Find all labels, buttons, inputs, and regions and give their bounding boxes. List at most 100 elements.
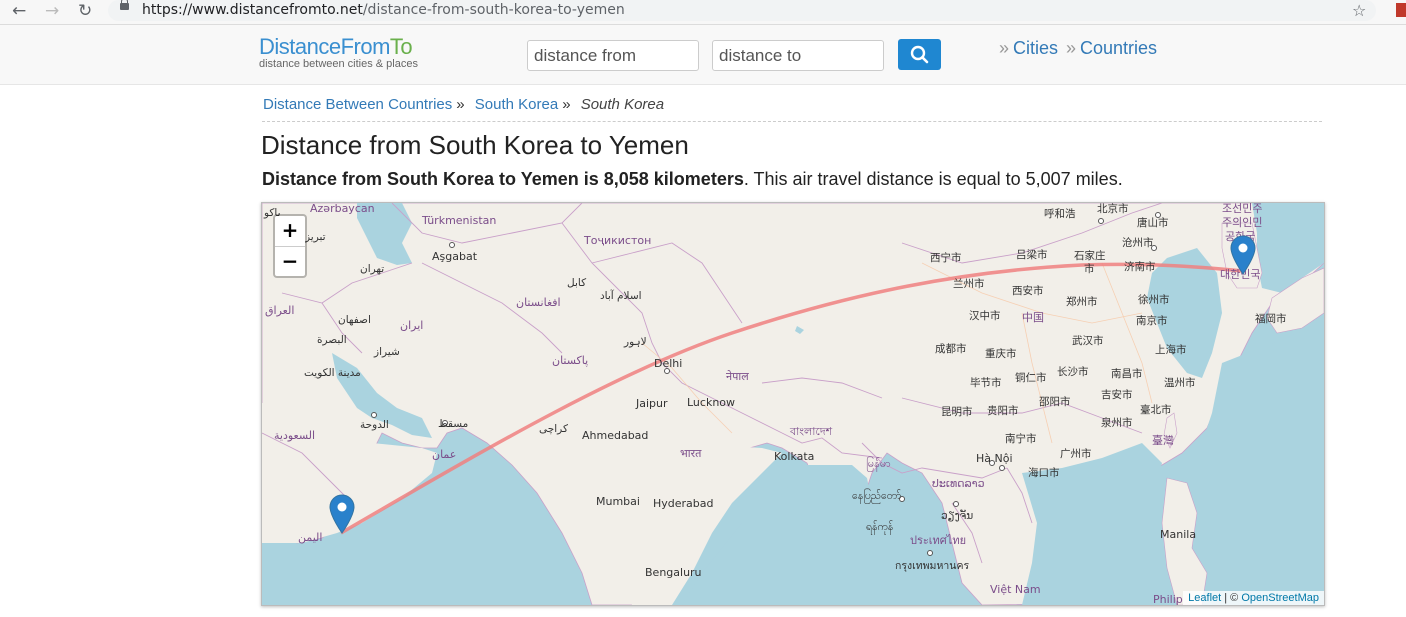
map-label: 成都市 [935,343,967,355]
address-bar[interactable]: https://www.distancefromto.net/distance-… [108,0,1376,21]
distance-from-input[interactable] [527,40,699,71]
nav-link-countries-label: Countries [1080,38,1158,58]
map-marker-yemen[interactable] [329,494,355,534]
leaflet-link[interactable]: Leaflet [1188,592,1221,604]
breadcrumb-link-countries[interactable]: Distance Between Countries [263,96,452,113]
map-label: 武汉市 [1072,335,1104,347]
map-label: 重庆市 [985,348,1017,360]
map-label: Hyderabad [653,497,714,510]
map-label: Тоҷикистон [584,234,652,247]
map-label: 温州市 [1164,377,1196,389]
openstreetmap-link[interactable]: OpenStreetMap [1241,592,1319,604]
site-logo[interactable]: DistanceFromTo distance between cities &… [259,34,418,71]
map-label: ປະເທດລາວ [932,477,985,490]
nav-link-cities-label: Cities [1013,38,1059,58]
zoom-control: + − [273,214,307,278]
map-label: البصرة [317,334,347,346]
map-label: 铜仁市 [1015,372,1047,384]
map-label: Delhi [654,357,683,370]
map-label: Lucknow [687,396,736,409]
map-label: 臺灣 [1152,434,1174,447]
bookmark-star-icon[interactable]: ☆ [1352,1,1366,20]
search-button[interactable] [898,39,941,70]
map-label: 泉州市 [1101,417,1133,429]
map-label: 贵阳市 [987,405,1019,417]
map-label: افغانستان [516,296,561,309]
map-label: مدينة الكويت [304,367,361,379]
distance-to-input[interactable] [712,40,884,71]
map-label: বাংলাদেশ [790,425,833,438]
map-label: 南昌市 [1111,368,1143,380]
back-icon[interactable]: ← [12,2,26,20]
map-label: Jaipur [636,397,668,410]
search-icon [910,45,929,64]
zoom-out-button[interactable]: − [275,247,305,277]
map-label: 海口市 [1028,467,1060,479]
url-text[interactable]: https://www.distancefromto.net/distance-… [142,2,625,18]
map-label: 汉中市 [969,310,1001,322]
map-label: السعودية [274,429,316,442]
map-label: नेपाल [726,370,749,383]
map-label: اليمن [298,531,323,544]
map-label: العراق [265,304,295,317]
map-label: اصفهان [338,314,371,326]
reload-icon[interactable]: ↻ [78,2,92,20]
breadcrumb-link-south-korea[interactable]: South Korea [475,96,558,113]
breadcrumb: Distance Between Countries» South Korea»… [263,96,664,113]
extension-icon[interactable] [1396,3,1406,17]
map-label: 西宁市 [930,252,962,264]
map-label: 唐山市 [1137,217,1169,229]
nav-link-cities[interactable]: » Cities [999,38,1058,59]
map-label: الدوحة [360,419,389,431]
map-label: Bengaluru [645,566,702,579]
map-label: تبریز [305,231,326,243]
map-label: 西安市 [1012,285,1044,297]
route-map[interactable]: باكو Azərbaycan Türkmenistan Тоҷикистон … [261,202,1325,606]
map-label: Hà Nội [976,452,1013,465]
map-label: 广州市 [1060,448,1092,460]
map-label: กรุงเทพมหานคร [895,560,970,572]
map-label: مسقط [438,418,469,430]
url-path: /distance-from-south-korea-to-yemen [362,2,625,18]
map-label: کراچی [539,423,568,435]
logo-text-to: To [389,34,413,59]
map-label: ວຽງຈັນ [941,510,974,522]
map-label: عمان [432,448,457,461]
map-label: Việt Nam [990,583,1041,596]
map-label: भारत [680,447,702,460]
zoom-in-button[interactable]: + [275,216,305,247]
attribution-separator: | © [1221,592,1242,604]
map-label: 兰州市 [953,278,985,290]
breadcrumb-separator: » [562,96,571,113]
map-label: Aşgabat [432,250,478,263]
nav-link-countries[interactable]: » Countries [1066,38,1157,59]
map-label: မြန်မာ [866,457,891,470]
distance-summary-rest: . This air travel distance is equal to 5… [743,169,1123,189]
map-label: Mumbai [596,495,640,508]
map-label: နေပြည်တော် [852,490,902,502]
map-attribution: Leaflet | © OpenStreetMap [1183,591,1324,605]
lock-icon [120,0,129,10]
map-label: Manila [1160,528,1197,541]
map-label: 郑州市 [1066,296,1098,308]
map-label: Ahmedabad [582,429,649,442]
map-label: شیراز [374,346,400,358]
map-label: 上海市 [1155,344,1187,356]
forward-icon[interactable]: → [45,2,59,20]
divider [262,121,1322,122]
map-label: 长沙市 [1057,366,1089,378]
map-label: ရန်ကုန် [866,521,894,533]
map-label: پاکستان [552,354,589,367]
map-marker-south-korea[interactable] [1230,235,1256,275]
map-label: Philip [1153,593,1183,606]
raquo-icon: » [999,38,1010,58]
map-label: 邵阳市 [1039,396,1071,408]
map-label: 南宁市 [1005,433,1037,445]
map-label: 吉安市 [1101,389,1133,401]
map-label: 毕节市 [970,377,1002,389]
breadcrumb-current: South Korea [580,96,665,113]
map-label: تهران [360,263,385,275]
page-title: Distance from South Korea to Yemen [261,130,689,160]
map-label: 臺北市 [1140,404,1172,416]
breadcrumb-separator: » [456,96,465,113]
